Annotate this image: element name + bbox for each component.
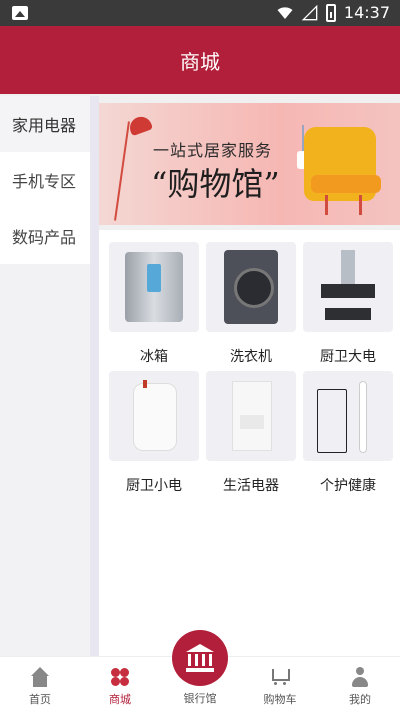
range-hood-image <box>303 242 393 332</box>
product-label: 厨卫小电 <box>126 478 182 494</box>
product-grid: 冰箱 洗衣机 厨卫大电 厨卫小电 生活电器 个护健康 <box>99 230 400 656</box>
banner-headline: 一站式居家服务 <box>153 141 273 160</box>
product-label: 洗衣机 <box>230 349 272 365</box>
user-icon <box>350 667 370 687</box>
tab-label: 首页 <box>29 693 51 706</box>
product-label: 生活电器 <box>223 478 279 494</box>
sidebar-item-label: 数码产品 <box>12 228 77 247</box>
tab-label: 商城 <box>109 693 131 706</box>
tab-me[interactable]: 我的 <box>320 657 400 711</box>
bank-icon <box>186 644 214 652</box>
fridge-image <box>109 242 199 332</box>
gallery-icon <box>12 6 28 20</box>
bank-hall-button[interactable] <box>172 630 228 686</box>
armchair-seat <box>311 175 381 193</box>
sidebar-divider <box>90 96 99 656</box>
armchair-leg <box>359 195 362 215</box>
tab-mall[interactable]: 商城 <box>80 657 160 711</box>
product-label: 厨卫大电 <box>320 349 376 365</box>
sidebar-item-label: 手机专区 <box>12 172 77 191</box>
product-label: 冰箱 <box>140 349 168 365</box>
status-time: 14:37 <box>343 3 390 22</box>
tab-label: 我的 <box>349 693 371 706</box>
app-header: 商城 <box>0 26 400 94</box>
product-card[interactable]: 冰箱 <box>109 242 199 366</box>
banner-title: “购物馆” <box>151 165 280 203</box>
product-card[interactable]: 厨卫大电 <box>303 242 393 366</box>
sidebar-item-phones[interactable]: 手机专区 <box>0 152 90 208</box>
product-label: 个护健康 <box>320 478 376 494</box>
bank-columns <box>188 654 212 666</box>
page-title: 商城 <box>180 49 220 74</box>
product-card[interactable]: 厨卫小电 <box>109 371 199 495</box>
tab-cart[interactable]: 购物车 <box>240 657 320 711</box>
sidebar-item-digital[interactable]: 数码产品 <box>0 208 90 264</box>
wifi-icon <box>277 6 293 19</box>
armchair-leg <box>325 195 328 215</box>
tab-label: 银行馆 <box>183 692 217 705</box>
battery-icon <box>325 3 336 22</box>
sidebar-item-label: 家用电器 <box>12 116 77 135</box>
signal-icon <box>301 4 318 20</box>
promo-banner[interactable]: 一站式居家服务 “购物馆” <box>99 103 400 225</box>
home-icon <box>30 667 50 687</box>
tab-label: 购物车 <box>263 693 297 706</box>
status-bar: 14:37 <box>0 0 400 26</box>
product-card[interactable]: 个护健康 <box>303 371 393 495</box>
status-right: 14:37 <box>276 3 390 22</box>
lamp-icon <box>126 113 154 137</box>
electric-toothbrush-image <box>303 371 393 461</box>
product-card[interactable]: 生活电器 <box>206 371 296 495</box>
bank-base <box>186 668 214 672</box>
category-sidebar: 家用电器 手机专区 数码产品 <box>0 96 90 656</box>
clover-icon <box>110 667 130 687</box>
sidebar-item-home-appliances[interactable]: 家用电器 <box>0 96 90 152</box>
lamp-pole-decoration <box>114 121 130 221</box>
cart-icon <box>270 667 290 687</box>
water-heater-image <box>109 371 199 461</box>
water-purifier-image <box>206 371 296 461</box>
tab-home[interactable]: 首页 <box>0 657 80 711</box>
washing-machine-image <box>206 242 296 332</box>
product-card[interactable]: 洗衣机 <box>206 242 296 366</box>
